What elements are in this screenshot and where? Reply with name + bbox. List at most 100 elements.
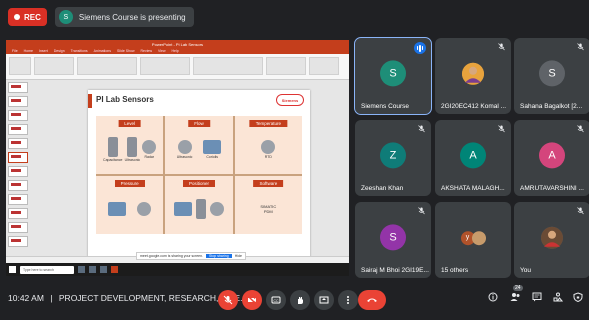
meeting-separator: | [50,293,53,303]
recording-badge: REC [8,8,47,26]
presenter-avatar: S [58,10,73,24]
slide-accent-bar [88,94,92,108]
sensor-device-label: Radar [144,154,155,159]
slide-thumbnail [8,96,28,107]
camera-toggle-button[interactable] [242,290,262,310]
sensor-cell: Flow Ultrasonic Coriolis [165,116,233,174]
participant-tile[interactable]: y 15 others [435,202,511,278]
ribbon-group [77,57,137,75]
mic-muted-icon [577,125,584,135]
sensor-devices [171,192,226,226]
speaking-indicator-icon [414,42,426,54]
screen-share-banner: meet.google.com is sharing your screen. … [136,252,246,260]
ribbon-tab: File [12,49,18,53]
sensor-device: Ultrasonic [125,136,140,162]
sensor-grid: Level Capacitance Ultrasonic Radar Flow Ultra… [96,116,302,234]
end-call-icon [367,298,377,302]
slide-thumbnail [8,82,28,93]
sensor-devices [102,192,157,226]
windows-start-icon [9,266,16,273]
powerpoint-titlebar: PowerPoint - Pi Lab Sensors [6,40,349,48]
software-label: PDM [263,209,273,214]
participant-name: You [520,267,531,274]
sensor-device-image [107,202,126,216]
sensor-category-label: Pressure [114,180,145,187]
participant-tile[interactable]: S Sairaj M Bhoi 2GI19E... [355,202,431,278]
sensor-devices: Ultrasonic Coriolis [171,132,226,166]
captions-icon: CC [271,296,281,304]
slide-logo: Siemens [276,94,304,106]
participant-photo [462,62,484,85]
sensor-category-label: Temperature [249,120,287,127]
participant-avatar: S [539,60,565,87]
participant-tile[interactable]: A AMRUTAVARSHINI ... [514,120,589,196]
participant-avatar: A [539,142,565,169]
more-options-button[interactable] [338,290,358,310]
sensor-device-image [173,202,192,216]
presenting-indicator[interactable]: S Siemens Course is presenting [54,7,194,27]
shared-screen: PowerPoint - Pi Lab Sensors File Home Inse… [6,40,349,276]
meeting-details-button[interactable] [486,292,500,305]
mic-toggle-button[interactable] [218,290,238,310]
mic-off-icon [223,295,233,305]
leave-call-button[interactable] [358,290,386,310]
captions-button[interactable]: CC [266,290,286,310]
sensor-device [107,202,126,216]
ribbon-tab: Home [23,49,33,53]
sensor-device-image [195,199,206,219]
participant-tile[interactable]: S Siemens Course [354,37,432,115]
sensor-device [210,202,225,216]
top-bar: REC S Siemens Course is presenting [0,0,589,34]
sensor-device-label: Coriolis [206,154,219,159]
software-labels: SIMATIC PDM [260,204,276,214]
mic-muted-icon [498,125,505,135]
slide-thumbnail [8,194,28,205]
sensor-device-image [261,139,276,154]
powerpoint-ribbon [6,54,349,80]
sensor-device-image [210,202,225,216]
chat-button[interactable] [530,292,544,305]
slide-thumbnail [8,180,28,191]
people-button[interactable]: 24 [508,285,523,305]
shield-lock-icon [573,292,583,303]
present-screen-button[interactable] [314,290,334,310]
ribbon-tab: Help [171,49,179,53]
participant-tile[interactable]: Z Zeeshan Khan [355,120,431,196]
participant-tile[interactable]: You [514,202,589,278]
sensor-device [173,202,192,216]
activities-icon [553,292,564,302]
participant-tile[interactable]: 2GI20EC412 Komal ... [435,38,511,114]
participant-avatar: Z [380,142,406,169]
sensor-device-label: Capacitance [103,157,123,162]
sensor-device-label: RTD [264,154,272,159]
sensor-device: Coriolis [203,139,222,159]
ribbon-tab: Animations [93,49,111,53]
more-vertical-icon [347,296,349,304]
chat-icon [532,292,542,302]
record-dot-icon [14,14,20,20]
host-controls-button[interactable] [571,292,585,305]
sensor-devices: RTD [241,132,296,166]
sensor-device [195,199,206,219]
recording-label: REC [24,12,41,22]
slide-thumbnail [8,152,28,163]
share-banner-text: meet.google.com is sharing your screen. [140,254,204,258]
ribbon-group [9,57,31,75]
sensor-cell: Software SIMATIC PDM [234,176,302,234]
activities-button[interactable] [551,292,565,305]
mic-muted-icon [577,207,584,217]
participant-tile[interactable]: A AKSHATA MALAGH... [435,120,511,196]
participant-tile[interactable]: S Sahana Bagalkot [2... [514,38,589,114]
sensor-device: Radar [142,139,157,159]
sensor-devices: Capacitance Ultrasonic Radar [102,132,157,166]
taskbar-app-icon [100,266,107,273]
stop-sharing-button: Stop sharing [206,254,232,258]
hand-icon [298,297,303,304]
ribbon-tab: Transitions [70,49,88,53]
raise-hand-button[interactable] [290,290,310,310]
sensor-device: Capacitance [103,136,123,162]
sensor-device-image [127,136,138,157]
powerpoint-title: PowerPoint - Pi Lab Sensors [151,41,204,47]
ribbon-tab: Design [53,49,65,53]
participant-name: Sairaj M Bhoi 2GI19E... [361,267,429,274]
